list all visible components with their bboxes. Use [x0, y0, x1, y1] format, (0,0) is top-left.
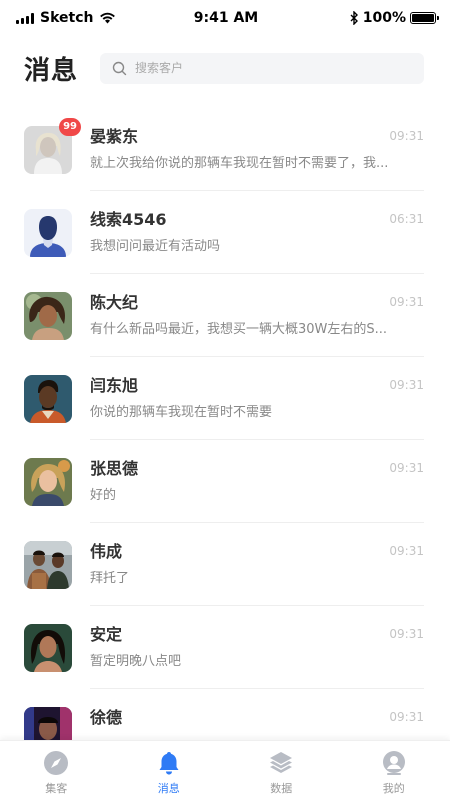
- conversation-item[interactable]: 线索4546 06:31 我想问问最近有活动吗: [0, 191, 450, 274]
- conversation-body: 伟成 09:31 拜托了: [90, 541, 424, 606]
- message-time: 06:31: [389, 212, 424, 226]
- message-preview: 你说的那辆车我现在暂时不需要: [90, 405, 273, 420]
- conversation-item[interactable]: 安定 09:31 暂定明晚八点吧: [0, 606, 450, 689]
- contact-name: 张思德: [90, 459, 139, 478]
- carrier-name: Sketch: [40, 10, 94, 26]
- contact-name: 晏紫东: [90, 127, 139, 146]
- avatar-placeholder-person-icon: [24, 209, 72, 257]
- avatar: [24, 209, 72, 257]
- contact-name: 安定: [90, 625, 123, 644]
- avatar: [24, 458, 72, 506]
- tab-messages[interactable]: 消息: [113, 741, 226, 800]
- conversation-item[interactable]: 闫东旭 09:31 你说的那辆车我现在暂时不需要: [0, 357, 450, 440]
- message-preview: 我想问问最近有活动吗: [90, 239, 221, 254]
- conversation-body: 安定 09:31 暂定明晚八点吧: [90, 624, 424, 689]
- tab-customers[interactable]: 集客: [0, 741, 113, 800]
- message-preview: 就上次我给你说的那辆车我现在暂时不需要了，我...: [90, 156, 389, 171]
- tab-me[interactable]: 我的: [338, 741, 450, 800]
- message-time: 09:31: [389, 627, 424, 641]
- conversation-body: 张思德 09:31 好的: [90, 458, 424, 523]
- message-time: 09:31: [389, 295, 424, 309]
- user-icon: [382, 750, 405, 775]
- conversation-body: 晏紫东 09:31 就上次我给你说的那辆车我现在暂时不需要了，我...: [90, 126, 424, 191]
- conversation-item[interactable]: 伟成 09:31 拜托了: [0, 523, 450, 606]
- search-input[interactable]: [135, 61, 395, 75]
- message-time: 09:31: [389, 461, 424, 475]
- wifi-icon: [100, 12, 116, 24]
- tab-label: 消息: [157, 781, 180, 795]
- conversation-item[interactable]: 99 晏紫东 09:31 就上次我给你说的那辆车我现在暂时不需要了，我...: [0, 108, 450, 191]
- tab-label: 集客: [45, 781, 68, 795]
- conversation-body: 陈大纪 09:31 有什么新品吗最近，我想买一辆大概30W左右的S...: [90, 292, 424, 357]
- avatar-photo-woman-smiling-icon: [24, 458, 72, 506]
- tab-bar: 集客 消息 数据 我的: [0, 740, 450, 800]
- signal-icon: [16, 12, 34, 24]
- avatar: [24, 541, 72, 589]
- conversation-body: 闫东旭 09:31 你说的那辆车我现在暂时不需要: [90, 375, 424, 440]
- search-bar[interactable]: [100, 52, 424, 84]
- message-time: 09:31: [389, 129, 424, 143]
- search-icon: [112, 61, 127, 75]
- battery-percent: 100%: [362, 10, 406, 26]
- message-preview: 好的: [90, 488, 117, 503]
- conversation-item[interactable]: 陈大纪 09:31 有什么新品吗最近，我想买一辆大概30W左右的S...: [0, 274, 450, 357]
- message-time: 09:31: [389, 378, 424, 392]
- tab-label: 数据: [270, 781, 293, 795]
- contact-name: 线索4546: [90, 210, 167, 229]
- message-time: 09:31: [389, 710, 424, 724]
- avatar-photo-man-icon: [24, 375, 72, 423]
- contact-name: 徐德: [90, 708, 123, 727]
- avatar: [24, 292, 72, 340]
- tab-label: 我的: [382, 781, 405, 795]
- contact-name: 闫东旭: [90, 376, 139, 395]
- conversation-item[interactable]: 张思德 09:31 好的: [0, 440, 450, 523]
- conversation-list: 99 晏紫东 09:31 就上次我给你说的那辆车我现在暂时不需要了，我... 线…: [0, 108, 450, 772]
- message-time: 09:31: [389, 544, 424, 558]
- avatar-photo-woman-dark-icon: [24, 624, 72, 672]
- bluetooth-icon: [350, 11, 358, 25]
- avatar: [24, 624, 72, 672]
- avatar-photo-two-men-icon: [24, 541, 72, 589]
- layers-icon: [270, 751, 293, 773]
- bell-icon: [159, 751, 179, 774]
- compass-icon: [44, 750, 69, 775]
- unread-badge: 99: [59, 118, 81, 136]
- status-left: Sketch: [16, 10, 166, 26]
- avatar: 99: [24, 118, 81, 174]
- status-bar: Sketch 9:41 AM 100%: [0, 0, 450, 36]
- message-preview: 暂定明晚八点吧: [90, 654, 182, 669]
- contact-name: 陈大纪: [90, 293, 139, 312]
- avatar: [24, 375, 72, 423]
- avatar-photo-woman-curly-icon: [24, 292, 72, 340]
- battery-fill: [412, 14, 434, 22]
- message-preview: 拜托了: [90, 571, 130, 586]
- status-right: 100%: [286, 10, 439, 26]
- page-title: 消息: [24, 55, 79, 86]
- contact-name: 伟成: [90, 542, 123, 561]
- header: 消息: [0, 44, 450, 92]
- battery-icon: [410, 12, 439, 24]
- clock: 9:41 AM: [193, 10, 259, 26]
- tab-data[interactable]: 数据: [225, 741, 338, 800]
- conversation-body: 线索4546 06:31 我想问问最近有活动吗: [90, 209, 424, 274]
- message-preview: 有什么新品吗最近，我想买一辆大概30W左右的S...: [90, 322, 388, 337]
